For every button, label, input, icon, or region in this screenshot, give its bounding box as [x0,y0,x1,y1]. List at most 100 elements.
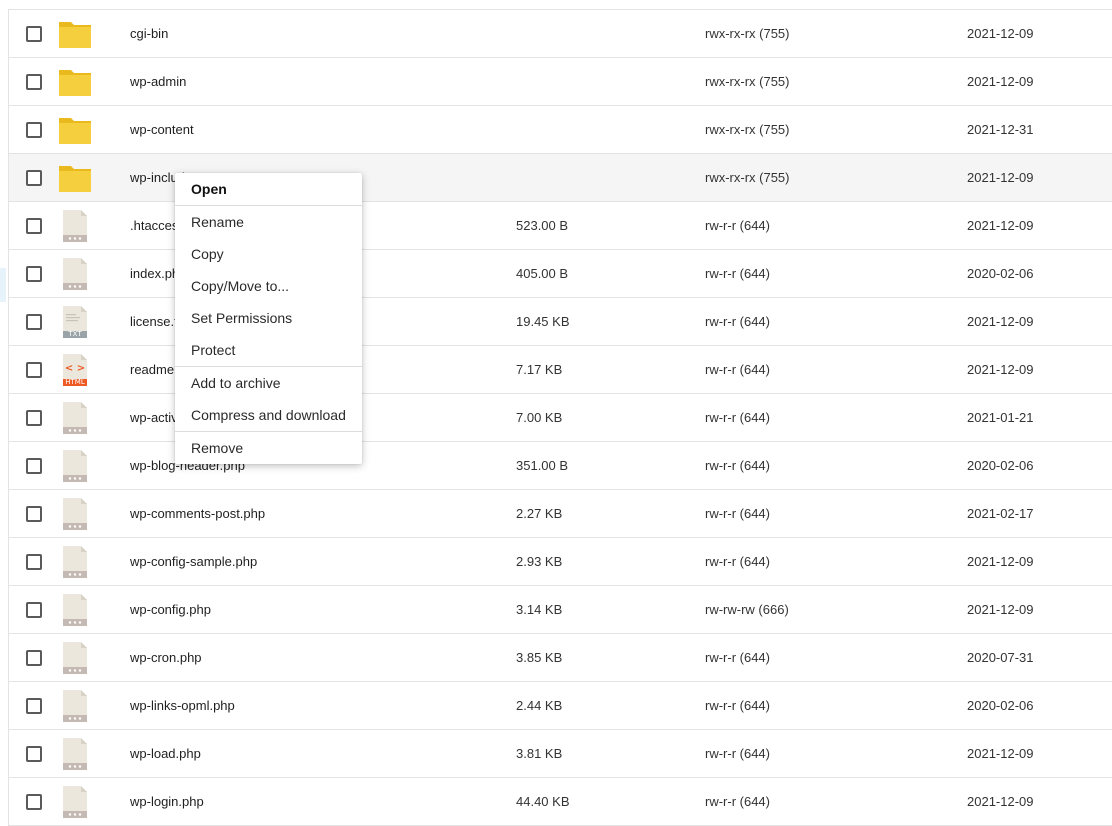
file-name[interactable]: wp-cron.php [130,650,202,665]
file-permissions: rwx-rx-rx (755) [705,170,790,185]
file-date: 2021-12-09 [967,218,1034,233]
row-checkbox[interactable] [26,794,42,810]
file-icon [58,690,92,722]
file-icon [58,258,92,290]
folder-icon [58,18,92,50]
row-checkbox[interactable] [26,602,42,618]
menu-item-open[interactable]: Open [175,173,362,205]
file-row[interactable]: wp-content rwx-rx-rx (755) 2021-12-31 [9,106,1112,154]
file-permissions: rw-r-r (644) [705,506,770,521]
row-checkbox[interactable] [26,458,42,474]
row-checkbox[interactable] [26,698,42,714]
row-checkbox[interactable] [26,314,42,330]
row-checkbox[interactable] [26,266,42,282]
file-date: 2021-12-09 [967,170,1034,185]
file-icon [58,450,92,482]
row-checkbox[interactable] [26,506,42,522]
file-date: 2020-02-06 [967,698,1034,713]
menu-item-compress-download[interactable]: Compress and download [175,399,362,431]
file-name[interactable]: wp-config-sample.php [130,554,257,569]
file-date: 2021-12-09 [967,26,1034,41]
file-row[interactable]: wp-load.php 3.81 KB rw-r-r (644) 2021-12-09 [9,730,1112,778]
file-name[interactable]: cgi-bin [130,26,168,41]
file-icon [58,498,92,530]
file-date: 2020-02-06 [967,458,1034,473]
row-checkbox[interactable] [26,74,42,90]
html-file-icon: HTML < > [58,354,92,386]
file-icon [58,402,92,434]
menu-item-copy-move[interactable]: Copy/Move to... [175,270,362,302]
row-checkbox[interactable] [26,554,42,570]
menu-item-add-to-archive[interactable]: Add to archive [175,367,362,399]
file-row[interactable]: wp-config-sample.php 2.93 KB rw-r-r (644) 2… [9,538,1112,586]
file-row[interactable]: wp-admin rwx-rx-rx (755) 2021-12-09 [9,58,1112,106]
folder-icon [58,114,92,146]
file-name[interactable]: wp-comments-post.php [130,506,265,521]
file-size: 2.44 KB [516,698,563,713]
row-checkbox[interactable] [26,410,42,426]
file-permissions: rw-r-r (644) [705,266,770,281]
file-permissions: rw-r-r (644) [705,218,770,233]
file-date: 2021-12-09 [967,314,1034,329]
row-checkbox[interactable] [26,170,42,186]
file-date: 2020-07-31 [967,650,1034,665]
menu-item-remove[interactable]: Remove [175,432,362,464]
file-size: 3.81 KB [516,746,563,761]
file-row[interactable]: wp-config.php 3.14 KB rw-rw-rw (666) 2021-1… [9,586,1112,634]
file-icon [58,642,92,674]
file-row[interactable]: wp-login.php 44.40 KB rw-r-r (644) 2021-12-… [9,778,1112,826]
file-date: 2021-12-31 [967,122,1034,137]
file-size: 2.27 KB [516,506,563,521]
file-date: 2021-12-09 [967,74,1034,89]
row-checkbox[interactable] [26,218,42,234]
file-size: 351.00 B [516,458,569,473]
file-permissions: rw-r-r (644) [705,554,770,569]
file-row[interactable]: cgi-bin rwx-rx-rx (755) 2021-12-09 [9,10,1112,58]
menu-item-rename[interactable]: Rename [175,206,362,238]
html-code-glyph: < > [65,363,85,374]
file-date: 2021-01-21 [967,410,1034,425]
file-size: 405.00 B [516,266,569,281]
row-checkbox[interactable] [26,746,42,762]
file-size: 523.00 B [516,218,569,233]
file-size: 7.17 KB [516,362,563,377]
folder-icon [58,66,92,98]
menu-item-protect[interactable]: Protect [175,334,362,366]
file-permissions: rw-rw-rw (666) [705,602,789,617]
file-name[interactable]: wp-config.php [130,602,211,617]
file-name[interactable]: wp-content [130,122,194,137]
file-date: 2021-02-17 [967,506,1034,521]
file-name[interactable]: wp-login.php [130,794,204,809]
file-permissions: rw-r-r (644) [705,362,770,377]
file-row[interactable]: wp-links-opml.php 2.44 KB rw-r-r (644) 2020… [9,682,1112,730]
file-size: 3.14 KB [516,602,563,617]
file-date: 2020-02-06 [967,266,1034,281]
txt-label: TXT [67,330,82,338]
row-checkbox[interactable] [26,650,42,666]
file-name[interactable]: wp-admin [130,74,186,89]
file-icon [58,210,92,242]
folder-icon [58,162,92,194]
file-size: 2.93 KB [516,554,563,569]
file-row[interactable]: wp-cron.php 3.85 KB rw-r-r (644) 2020-07-31 [9,634,1112,682]
file-size: 44.40 KB [516,794,570,809]
menu-item-set-permissions[interactable]: Set Permissions [175,302,362,334]
file-permissions: rwx-rx-rx (755) [705,74,790,89]
file-icon [58,786,92,818]
file-permissions: rw-r-r (644) [705,410,770,425]
file-name[interactable]: wp-load.php [130,746,201,761]
row-checkbox[interactable] [26,26,42,42]
row-checkbox[interactable] [26,122,42,138]
file-permissions: rw-r-r (644) [705,698,770,713]
context-menu: Open Rename Copy Copy/Move to... Set Per… [175,173,362,464]
left-edge-accent [0,268,6,302]
menu-item-copy[interactable]: Copy [175,238,362,270]
file-name[interactable]: wp-links-opml.php [130,698,235,713]
file-permissions: rw-r-r (644) [705,650,770,665]
file-size: 19.45 KB [516,314,570,329]
file-row[interactable]: wp-comments-post.php 2.27 KB rw-r-r (644) 2… [9,490,1112,538]
file-permissions: rw-r-r (644) [705,458,770,473]
file-date: 2021-12-09 [967,362,1034,377]
file-icon [58,594,92,626]
row-checkbox[interactable] [26,362,42,378]
